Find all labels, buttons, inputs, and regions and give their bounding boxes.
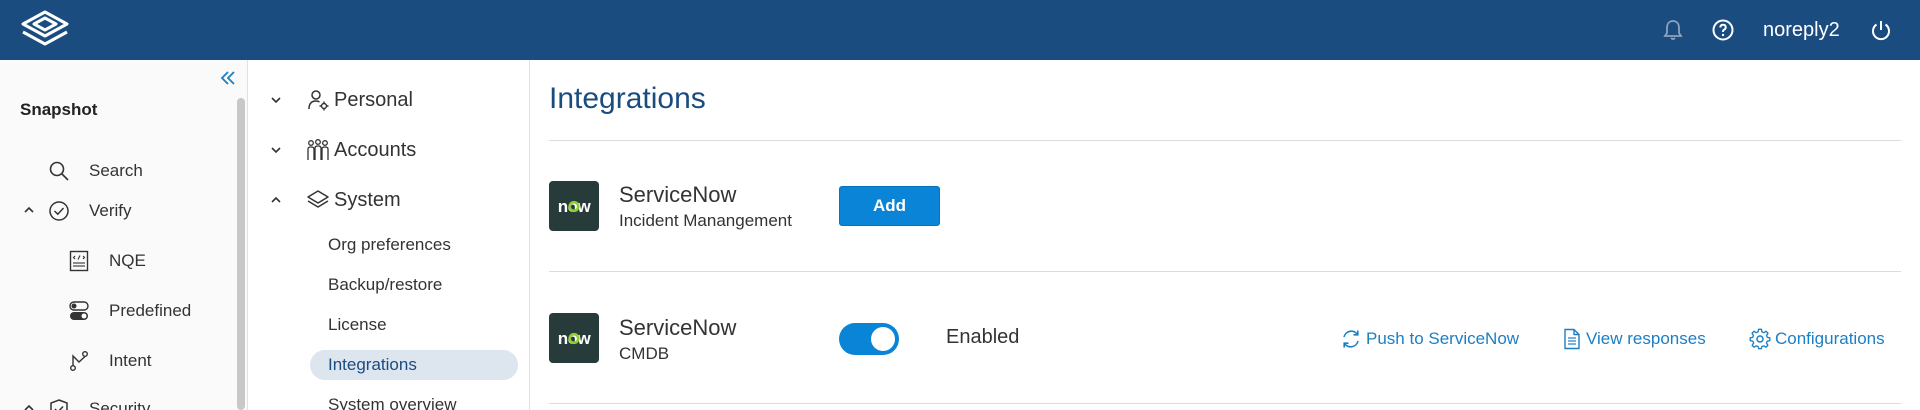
sidebar: Snapshot Search Verify NQE Predefined In… [0, 60, 248, 410]
chevron-down-icon [271, 147, 281, 154]
toggle-knob [871, 327, 895, 351]
page-title: Integrations [549, 82, 706, 115]
sidebar-item-label: Security [89, 399, 151, 410]
nav-item-integrations[interactable]: Integrations [310, 350, 518, 380]
sidebar-item-nqe[interactable]: NQE [67, 244, 146, 278]
integration-subtitle: Incident Manangement [619, 211, 792, 230]
bell-icon[interactable] [1661, 18, 1685, 42]
divider [549, 140, 1901, 141]
nav-item-org-preferences[interactable]: Org preferences [328, 230, 451, 260]
logo-text: now [558, 197, 592, 216]
action-label: Configurations [1775, 329, 1885, 348]
enabled-toggle[interactable] [839, 323, 899, 355]
main-content: Integrations now ServiceNow Incident Man… [531, 60, 1920, 410]
integration-subtitle: CMDB [619, 344, 670, 363]
user-gear-icon [308, 90, 329, 111]
sidebar-item-label: Verify [89, 201, 132, 220]
people-icon [307, 139, 329, 160]
code-doc-icon [67, 249, 91, 273]
refresh-icon [1343, 330, 1359, 348]
layers-icon [307, 190, 329, 208]
logo-text: now [558, 329, 592, 348]
status-label: Enabled [946, 326, 1020, 348]
sidebar-item-label: Predefined [109, 301, 192, 320]
settings-nav: Personal Accounts System Org preferences… [248, 60, 530, 410]
nav-group-system[interactable]: System [248, 183, 530, 217]
nav-group-label: Accounts [334, 138, 417, 161]
check-circle-icon [47, 199, 71, 223]
power-icon[interactable] [1869, 18, 1893, 42]
top-header: noreply2 [0, 0, 1920, 60]
gear-icon [1749, 328, 1771, 350]
configurations-link[interactable]: Configurations [1749, 327, 1885, 351]
collapse-sidebar-icon[interactable] [218, 68, 238, 88]
nav-group-label: Personal [334, 88, 413, 111]
nav-item-backup-restore[interactable]: Backup/restore [328, 270, 442, 300]
divider [549, 271, 1901, 272]
sidebar-item-intent[interactable]: Intent [67, 344, 152, 378]
nav-group-label: System [334, 188, 401, 211]
chevron-up-icon[interactable] [22, 401, 36, 410]
sidebar-item-security[interactable]: Security [47, 392, 150, 410]
shield-icon [47, 397, 71, 410]
sidebar-item-label: NQE [109, 251, 146, 270]
divider [549, 403, 1901, 404]
sidebar-scrollbar[interactable] [237, 98, 245, 410]
sidebar-item-label: Search [89, 161, 143, 180]
sidebar-title: Snapshot [20, 100, 98, 119]
nav-group-personal[interactable]: Personal [248, 83, 530, 117]
chevron-down-icon [271, 97, 281, 104]
servicenow-logo: now [549, 181, 599, 231]
view-responses-link[interactable]: View responses [1562, 327, 1706, 351]
sidebar-item-label: Intent [109, 351, 152, 370]
nav-group-accounts[interactable]: Accounts [248, 133, 530, 167]
path-icon [67, 349, 91, 373]
chevron-up-icon [271, 196, 281, 203]
sidebar-item-verify[interactable]: Verify [47, 194, 132, 228]
action-label: Push to ServiceNow [1366, 329, 1520, 348]
integration-name: ServiceNow [619, 315, 737, 340]
nav-item-license[interactable]: License [328, 310, 387, 340]
action-label: View responses [1586, 329, 1706, 348]
servicenow-logo: now [549, 313, 599, 363]
integration-name: ServiceNow [619, 182, 737, 207]
document-icon [1564, 328, 1580, 350]
chevron-up-icon[interactable] [22, 203, 36, 217]
logo-icon[interactable] [18, 9, 72, 51]
push-to-servicenow-link[interactable]: Push to ServiceNow [1340, 327, 1519, 351]
username[interactable]: noreply2 [1763, 18, 1840, 42]
sidebar-item-search[interactable]: Search [47, 154, 143, 188]
search-icon [47, 159, 71, 183]
add-button[interactable]: Add [839, 186, 940, 226]
nav-item-system-overview[interactable]: System overview [328, 390, 456, 410]
toggles-icon [67, 299, 91, 323]
help-icon[interactable] [1711, 18, 1735, 42]
sidebar-item-predefined[interactable]: Predefined [67, 294, 191, 328]
